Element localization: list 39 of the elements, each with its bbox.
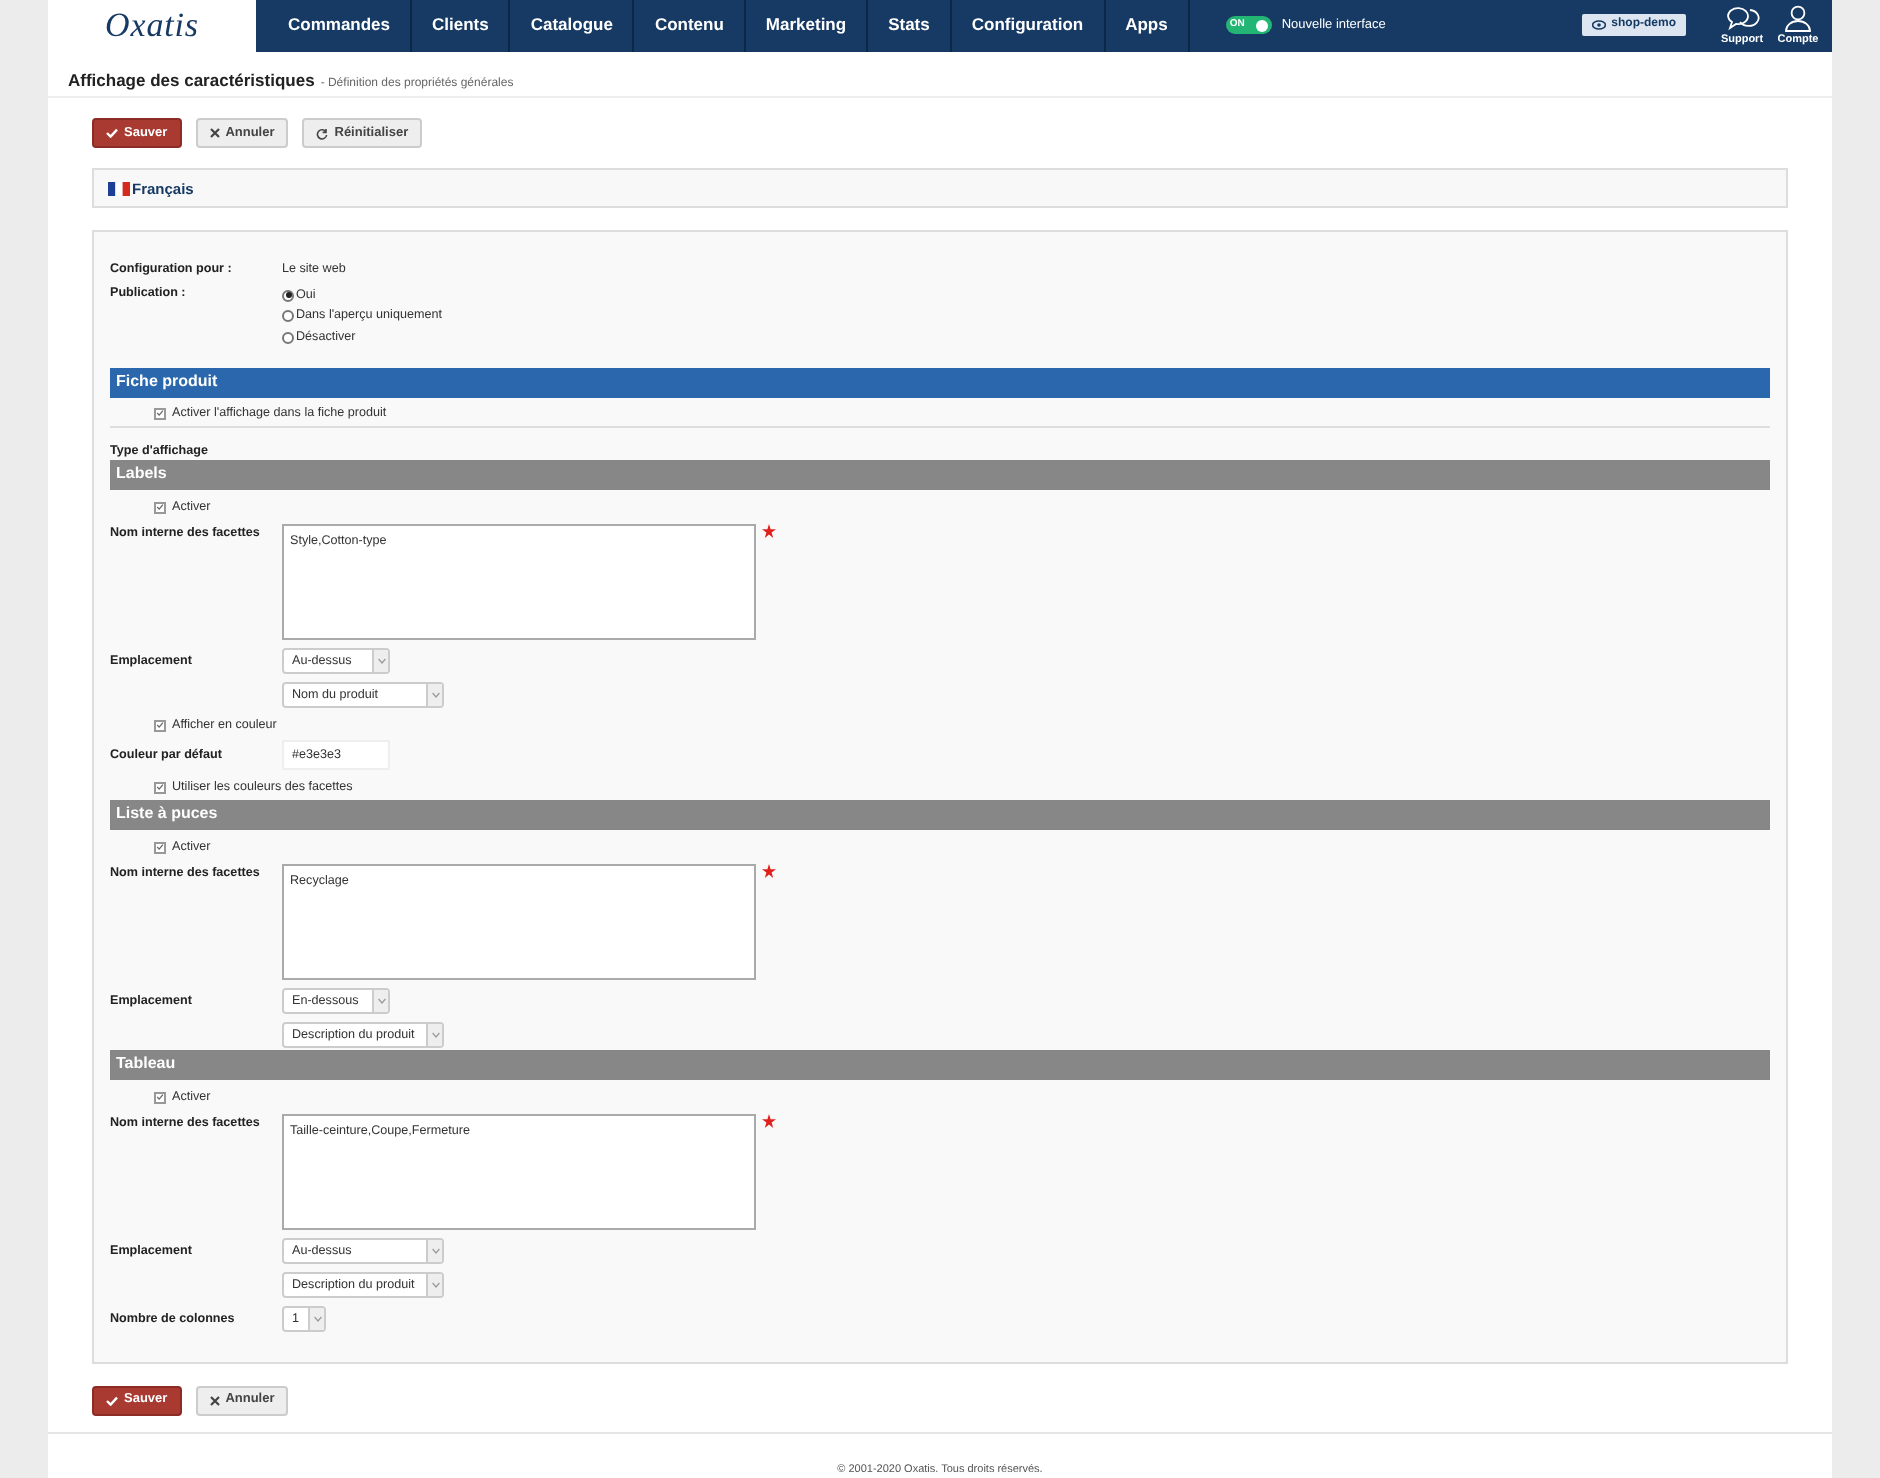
checkbox[interactable] bbox=[154, 841, 166, 854]
page-title: Affichage des caractéristiques bbox=[68, 67, 315, 93]
caret-icon bbox=[431, 1031, 439, 1038]
section-header: Fiche produit bbox=[110, 367, 1770, 398]
section-header: Tableau bbox=[110, 1049, 1770, 1080]
radio-button[interactable] bbox=[282, 331, 294, 343]
check-icon bbox=[106, 128, 118, 139]
refresh-icon bbox=[316, 127, 329, 140]
eye-icon bbox=[1591, 20, 1606, 31]
caret-icon bbox=[377, 997, 385, 1004]
close-icon bbox=[209, 1395, 220, 1406]
close-icon bbox=[209, 128, 220, 139]
radio-button[interactable] bbox=[282, 289, 294, 301]
nav-item[interactable]: Commandes bbox=[268, 0, 413, 51]
caret-icon bbox=[377, 657, 385, 664]
nav-item[interactable]: Catalogue bbox=[510, 0, 635, 51]
logo[interactable]: Oxatis bbox=[48, 0, 256, 51]
section-header: Liste à puces bbox=[110, 799, 1770, 830]
checkbox[interactable] bbox=[154, 1091, 166, 1104]
flag-icon bbox=[108, 181, 130, 196]
checkbox[interactable] bbox=[154, 501, 166, 514]
check-icon bbox=[106, 1395, 118, 1406]
checkbox[interactable] bbox=[154, 407, 166, 420]
caret-icon bbox=[431, 691, 439, 698]
caret-icon bbox=[431, 1247, 439, 1254]
nav-item[interactable]: Apps bbox=[1105, 0, 1190, 51]
nav-item[interactable]: Marketing bbox=[745, 0, 869, 51]
checkbox[interactable] bbox=[154, 781, 166, 794]
nav-item[interactable]: Contenu bbox=[634, 0, 746, 51]
caret-icon bbox=[431, 1281, 439, 1288]
radio-button[interactable] bbox=[282, 310, 294, 322]
nav-item[interactable]: Stats bbox=[868, 0, 952, 51]
checkbox[interactable] bbox=[154, 719, 166, 732]
user-icon bbox=[1784, 4, 1812, 33]
nav-item[interactable]: Clients bbox=[412, 0, 511, 51]
nav-item[interactable]: Configuration bbox=[951, 0, 1106, 51]
caret-icon bbox=[313, 1315, 321, 1322]
chat-bubbles-icon bbox=[1724, 4, 1760, 33]
section-header: Labels bbox=[110, 459, 1770, 490]
